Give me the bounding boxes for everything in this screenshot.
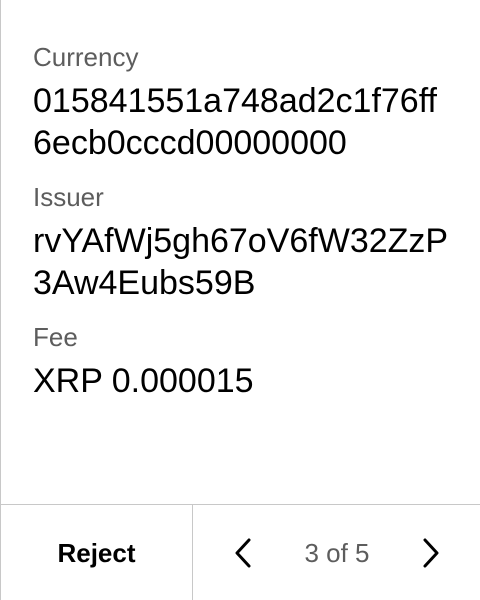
previous-page-button[interactable] [223,533,263,573]
fee-label: Fee [33,322,78,352]
chevron-right-icon [423,538,439,568]
currency-value: 015841551a748ad2c1f76ff6ecb0cccd00000000 [33,82,437,162]
currency-label: Currency [33,42,139,72]
fee-value: XRP 0.000015 [33,362,254,400]
currency-field: Currency 015841551a748ad2c1f76ff6ecb0ccc… [33,40,453,164]
chevron-left-icon [235,538,251,568]
page-indicator: 3 of 5 [304,537,370,568]
issuer-value: rvYAfWj5gh67oV6fW32ZzP3Aw4Eubs59B [33,222,449,302]
next-page-button[interactable] [411,533,451,573]
issuer-field: Issuer rvYAfWj5gh67oV6fW32ZzP3Aw4Eubs59B [33,180,453,304]
pagination: 3 of 5 [193,505,480,600]
reject-button[interactable]: Reject [1,505,193,600]
issuer-label: Issuer [33,182,104,212]
action-footer: Reject 3 of 5 [1,504,480,600]
transaction-details: Currency 015841551a748ad2c1f76ff6ecb0ccc… [33,40,453,418]
transaction-review-screen: Currency 015841551a748ad2c1f76ff6ecb0ccc… [0,0,480,600]
fee-field: Fee XRP 0.000015 [33,320,453,402]
